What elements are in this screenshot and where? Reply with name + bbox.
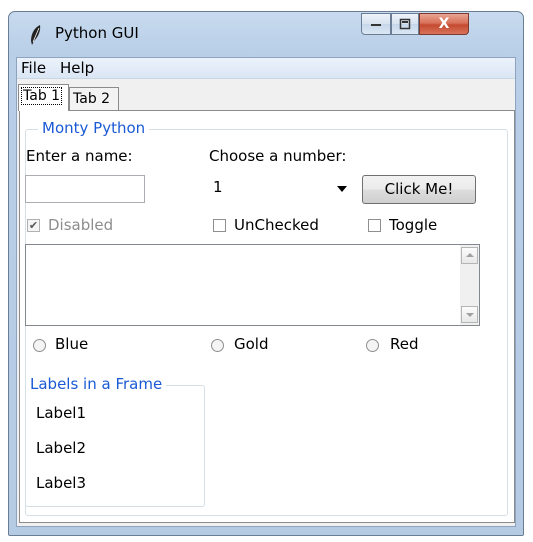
window-title: Python GUI [55,24,139,42]
label-1: Label1 [36,404,87,422]
radio-gold-label[interactable]: Gold [234,335,269,353]
radio-gold[interactable] [211,339,224,352]
labels-frame: Labels in a Frame Label1 Label2 Label3 [25,375,205,507]
disabled-checkbox: ✔ [27,219,40,232]
number-combobox[interactable]: 1 [208,175,354,203]
title-bar[interactable]: Python GUI X [9,12,523,57]
tab-1-label: Tab 1 [20,87,63,105]
tab-2[interactable]: Tab 2 [69,87,119,111]
app-window: Python GUI X File Help Tab 1 Tab 2 Monty… [8,11,524,536]
minimize-button[interactable] [361,13,391,35]
tab-1[interactable]: Tab 1 [18,84,69,111]
number-combobox-value: 1 [213,178,223,196]
label-3: Label3 [36,474,87,492]
label-2: Label2 [36,439,87,457]
radio-blue-label[interactable]: Blue [55,335,88,353]
close-button[interactable]: X [419,13,469,35]
menu-file[interactable]: File [21,59,46,77]
toggle-checkbox[interactable] [368,219,381,232]
click-me-button[interactable]: Click Me! [362,175,476,204]
tab-2-label: Tab 2 [73,91,111,107]
labels-frame-title: Labels in a Frame [26,375,167,393]
vertical-scrollbar[interactable] [460,245,479,325]
chevron-down-icon[interactable] [337,186,347,192]
disabled-checkbox-label: Disabled [48,216,114,234]
scrolled-text[interactable] [25,244,480,326]
radio-red[interactable] [366,339,379,352]
toggle-checkbox-label[interactable]: Toggle [389,216,437,234]
maximize-icon [399,18,411,30]
scroll-up-button[interactable] [461,247,478,264]
radio-red-label[interactable]: Red [390,335,419,353]
scroll-down-button[interactable] [461,306,478,323]
unchecked-checkbox[interactable] [213,219,226,232]
tab-1-panel: Monty Python Enter a name: Choose a numb… [19,110,515,523]
name-label: Enter a name: [26,147,133,165]
name-input[interactable] [25,175,145,203]
number-label: Choose a number: [209,147,347,165]
arrow-up-icon [466,253,474,257]
maximize-button[interactable] [391,13,419,35]
monty-python-frame-title: Monty Python [38,119,150,137]
unchecked-checkbox-label[interactable]: UnChecked [234,216,319,234]
client-area: File Help Tab 1 Tab 2 Monty Python Enter… [16,57,516,527]
minimize-icon [371,24,381,26]
menu-bar: File Help [17,58,515,79]
monty-python-frame: Monty Python Enter a name: Choose a numb… [25,119,508,516]
menu-help[interactable]: Help [60,59,94,77]
close-icon: X [438,16,450,32]
feather-icon [31,25,41,45]
radio-blue[interactable] [33,339,46,352]
arrow-down-icon [466,313,474,317]
